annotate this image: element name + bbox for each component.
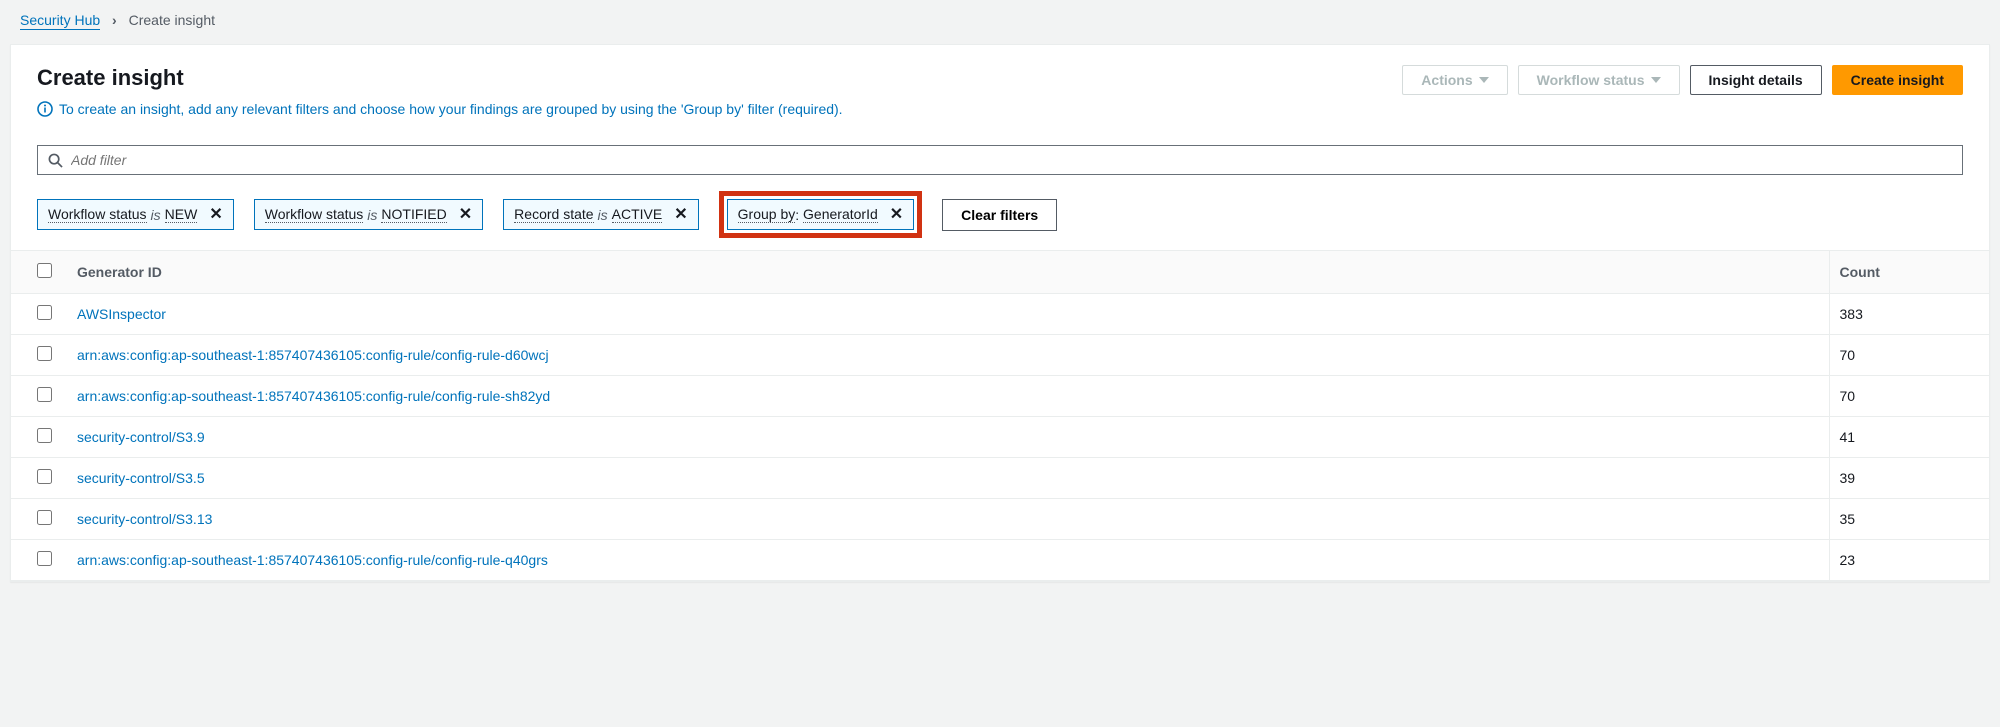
chip-remove-icon[interactable]: ✕ (459, 207, 472, 223)
count-cell: 383 (1829, 294, 1989, 335)
column-header-count[interactable]: Count (1829, 251, 1989, 294)
select-all-header (11, 251, 67, 294)
generator-id-link[interactable]: security-control/S3.5 (77, 470, 205, 486)
create-insight-button[interactable]: Create insight (1832, 65, 1963, 95)
breadcrumb-root-link[interactable]: Security Hub (20, 12, 100, 30)
chip-value: GeneratorId (803, 206, 878, 223)
chip-operator: is (151, 207, 161, 223)
breadcrumb-current: Create insight (129, 12, 215, 28)
filter-input-wrapper[interactable] (37, 145, 1963, 175)
row-checkbox-cell (11, 417, 67, 458)
count-cell: 41 (1829, 417, 1989, 458)
row-checkbox[interactable] (37, 387, 52, 402)
table-row: arn:aws:config:ap-southeast-1:8574074361… (11, 335, 1989, 376)
caret-down-icon (1479, 77, 1489, 83)
info-icon (37, 101, 53, 117)
select-all-checkbox[interactable] (37, 263, 52, 278)
generator-id-cell: security-control/S3.5 (67, 458, 1829, 499)
table-row: security-control/S3.13 35 (11, 499, 1989, 540)
chip-remove-icon[interactable]: ✕ (209, 207, 222, 223)
chip-field: Record state (514, 206, 593, 223)
info-message: To create an insight, add any relevant f… (37, 101, 843, 117)
chip-field: Workflow status (265, 206, 364, 223)
row-checkbox-cell (11, 499, 67, 540)
row-checkbox-cell (11, 294, 67, 335)
generator-id-cell: arn:aws:config:ap-southeast-1:8574074361… (67, 376, 1829, 417)
caret-down-icon (1651, 77, 1661, 83)
row-checkbox-cell (11, 540, 67, 581)
chip-field: Group by (738, 206, 796, 223)
row-checkbox[interactable] (37, 510, 52, 525)
chip-field: Workflow status (48, 206, 147, 223)
row-checkbox-cell (11, 335, 67, 376)
table-row: arn:aws:config:ap-southeast-1:8574074361… (11, 540, 1989, 581)
search-icon (48, 153, 63, 168)
table-row: arn:aws:config:ap-southeast-1:8574074361… (11, 376, 1989, 417)
panel-header-left: Create insight To create an insight, add… (37, 65, 843, 117)
chip-operator: is (598, 207, 608, 223)
filter-input[interactable] (71, 152, 1952, 168)
count-cell: 39 (1829, 458, 1989, 499)
filter-section: Workflow status is NEW ✕ Workflow status… (11, 131, 1989, 250)
clear-filters-button[interactable]: Clear filters (942, 199, 1057, 231)
generator-id-cell: security-control/S3.13 (67, 499, 1829, 540)
table-row: security-control/S3.9 41 (11, 417, 1989, 458)
generator-id-link[interactable]: arn:aws:config:ap-southeast-1:8574074361… (77, 552, 548, 568)
count-cell: 23 (1829, 540, 1989, 581)
row-checkbox[interactable] (37, 428, 52, 443)
chip-value: ACTIVE (612, 206, 663, 223)
column-header-generator-id[interactable]: Generator ID (67, 251, 1829, 294)
generator-id-link[interactable]: AWSInspector (77, 306, 166, 322)
panel-header-actions: Actions Workflow status Insight details … (1402, 65, 1963, 95)
filter-chip[interactable]: Record state is ACTIVE ✕ (503, 199, 698, 230)
count-cell: 70 (1829, 335, 1989, 376)
generator-id-link[interactable]: security-control/S3.9 (77, 429, 205, 445)
actions-label: Actions (1421, 72, 1472, 88)
chip-value: NOTIFIED (381, 206, 446, 223)
chip-value: NEW (165, 206, 198, 223)
workflow-label: Workflow status (1537, 72, 1645, 88)
row-checkbox-cell (11, 376, 67, 417)
groupby-chip-highlight: Group by: GeneratorId ✕ (719, 191, 923, 238)
groupby-chip[interactable]: Group by: GeneratorId ✕ (727, 199, 915, 230)
panel-header: Create insight To create an insight, add… (11, 45, 1989, 131)
page-title: Create insight (37, 65, 843, 91)
row-checkbox[interactable] (37, 551, 52, 566)
row-checkbox[interactable] (37, 469, 52, 484)
table-row: AWSInspector 383 (11, 294, 1989, 335)
filter-chip[interactable]: Workflow status is NOTIFIED ✕ (254, 199, 483, 230)
insight-details-button[interactable]: Insight details (1690, 65, 1822, 95)
results-table: Generator ID Count AWSInspector 383 arn:aw… (11, 250, 1989, 581)
table-row: security-control/S3.5 39 (11, 458, 1989, 499)
chevron-right-icon: › (112, 12, 117, 28)
actions-dropdown[interactable]: Actions (1402, 65, 1507, 95)
count-cell: 35 (1829, 499, 1989, 540)
breadcrumb: Security Hub › Create insight (0, 0, 2000, 36)
generator-id-cell: security-control/S3.9 (67, 417, 1829, 458)
filter-chips-row: Workflow status is NEW ✕ Workflow status… (37, 191, 1963, 238)
generator-id-link[interactable]: arn:aws:config:ap-southeast-1:8574074361… (77, 388, 550, 404)
generator-id-cell: arn:aws:config:ap-southeast-1:8574074361… (67, 335, 1829, 376)
filter-chip[interactable]: Workflow status is NEW ✕ (37, 199, 234, 230)
main-panel: Create insight To create an insight, add… (10, 44, 1990, 582)
chip-remove-icon[interactable]: ✕ (890, 207, 903, 223)
row-checkbox[interactable] (37, 305, 52, 320)
generator-id-link[interactable]: arn:aws:config:ap-southeast-1:8574074361… (77, 347, 549, 363)
row-checkbox-cell (11, 458, 67, 499)
generator-id-cell: arn:aws:config:ap-southeast-1:8574074361… (67, 540, 1829, 581)
chip-remove-icon[interactable]: ✕ (674, 207, 687, 223)
generator-id-cell: AWSInspector (67, 294, 1829, 335)
generator-id-link[interactable]: security-control/S3.13 (77, 511, 212, 527)
count-cell: 70 (1829, 376, 1989, 417)
chip-operator: is (367, 207, 377, 223)
row-checkbox[interactable] (37, 346, 52, 361)
info-text: To create an insight, add any relevant f… (59, 101, 843, 117)
workflow-status-dropdown[interactable]: Workflow status (1518, 65, 1680, 95)
